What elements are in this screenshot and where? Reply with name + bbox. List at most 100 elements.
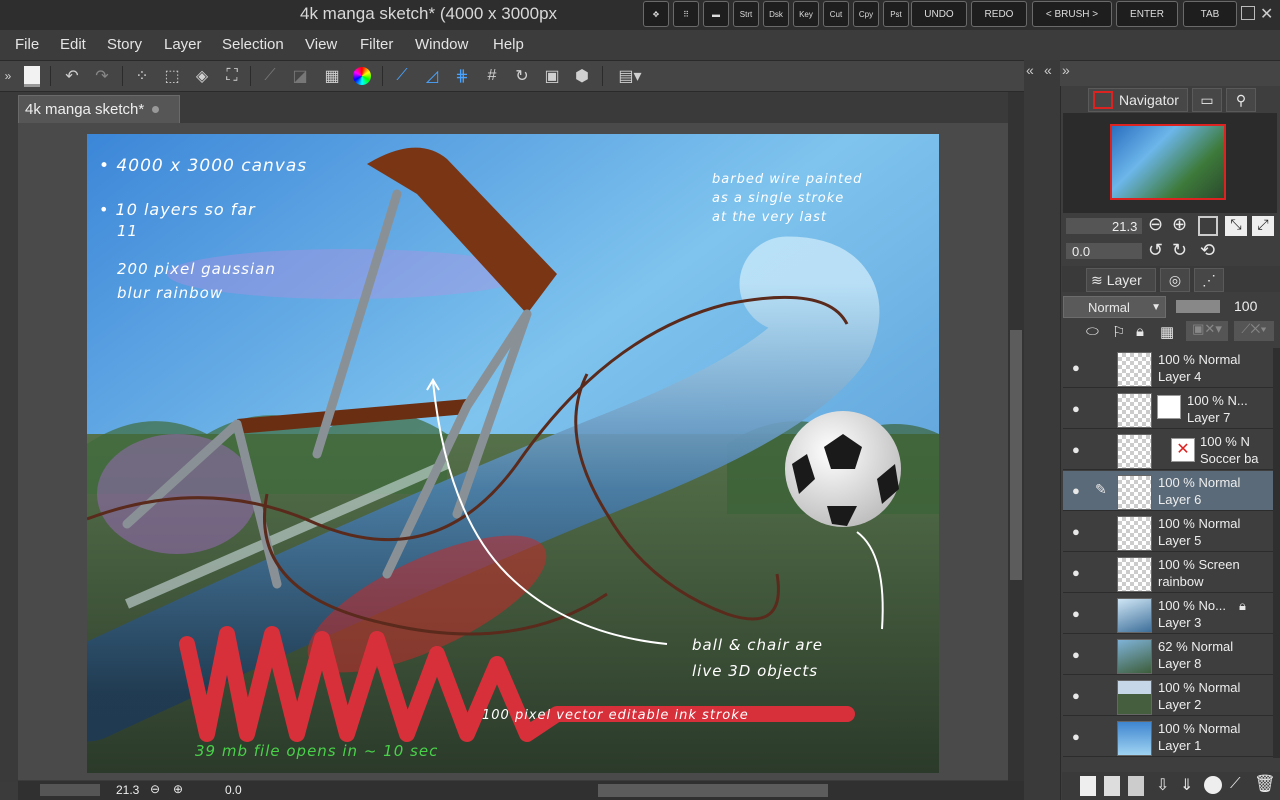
eye-icon[interactable]: ● [1072, 360, 1084, 375]
flip-horizontal-icon[interactable]: ⤡ [1225, 216, 1247, 236]
clip-layer-icon[interactable]: ⬭ [1086, 323, 1099, 340]
tab-item-bank[interactable]: ⚲ [1226, 88, 1256, 112]
key-button[interactable]: Key [793, 1, 819, 27]
new-folder-icon[interactable] [1128, 776, 1144, 796]
trash-icon[interactable]: 🗑︎ [1254, 774, 1276, 794]
menu-view[interactable]: View [305, 36, 337, 53]
zoom-out-icon[interactable]: ⊖ [150, 782, 160, 796]
folder-icon[interactable]: ▬ [703, 1, 729, 27]
tab-layer[interactable]: ≋ Layer [1086, 268, 1156, 292]
layer-row-selected[interactable]: ● ✎ 100 % Normal Layer 6 [1063, 471, 1273, 511]
eye-icon[interactable]: ● [1072, 647, 1084, 662]
new-raster-layer-icon[interactable] [1080, 776, 1096, 796]
layer-row[interactable]: ● 100 % No... Layer 3 🔒︎ [1063, 594, 1273, 634]
apply-mask-icon[interactable]: ⟋ [1230, 775, 1241, 792]
lock-layer-icon[interactable]: 🔒︎ [1136, 323, 1144, 340]
fill-bucket-icon[interactable]: ◈ [190, 64, 214, 88]
cpy-button[interactable]: Cpy [853, 1, 879, 27]
menu-layer[interactable]: Layer [164, 36, 202, 53]
close-window-icon[interactable]: ✕ [1260, 4, 1273, 24]
menu-help[interactable]: Help [493, 36, 524, 53]
menu-window[interactable]: Window [415, 36, 468, 53]
brush-cycle-button[interactable]: < BRUSH > [1032, 1, 1112, 27]
flip-vertical-icon[interactable]: ⤢ [1252, 216, 1274, 236]
reset-rotation-icon[interactable]: ⟲ [1200, 240, 1215, 261]
mask-dropdown-icon[interactable]: ▣✕▾ [1186, 321, 1228, 341]
select-all-icon[interactable]: ⬚ [160, 64, 184, 88]
layer-row[interactable]: ● 100 % Screen rainbow [1063, 553, 1273, 593]
screentone-icon[interactable]: ▦ [320, 64, 344, 88]
tab-button[interactable]: TAB [1183, 1, 1237, 27]
canvas-horizontal-scroll-thumb[interactable] [598, 784, 828, 797]
undo-button[interactable]: UNDO [911, 1, 967, 27]
tab-sub-view[interactable]: ▭ [1192, 88, 1222, 112]
fit-view-icon[interactable] [1198, 216, 1218, 236]
eye-icon[interactable]: ● [1072, 442, 1084, 457]
rotate-left-icon[interactable]: ↺ [1148, 240, 1163, 261]
blend-mode-select[interactable]: Normal ▼ [1063, 296, 1166, 318]
layer-row[interactable]: ● 100 % Normal Layer 1 [1063, 717, 1273, 757]
eye-icon[interactable]: ● [1072, 565, 1084, 580]
enter-button[interactable]: ENTER [1116, 1, 1178, 27]
merge-down-icon[interactable]: ⇓ [1180, 775, 1193, 795]
pst-button[interactable]: Pst [883, 1, 909, 27]
strt-button[interactable]: Strt [733, 1, 759, 27]
create-mask-icon[interactable] [1204, 776, 1222, 794]
menu-story[interactable]: Story [107, 36, 142, 53]
new-vector-layer-icon[interactable] [1104, 776, 1120, 796]
zoom-slider[interactable] [40, 784, 100, 796]
stop-icon[interactable]: ⬢ [570, 64, 594, 88]
transfer-down-icon[interactable]: ⇩ [1156, 775, 1169, 795]
rotate-icon[interactable]: ↻ [510, 64, 534, 88]
eye-icon[interactable]: ● [1072, 483, 1084, 498]
eye-icon[interactable]: ● [1072, 524, 1084, 539]
canvas-vertical-scroll-thumb[interactable] [1010, 330, 1022, 580]
ruler-snap-icon[interactable]: ⟋ [390, 64, 414, 88]
new-canvas-icon[interactable] [20, 64, 44, 88]
restore-window-icon[interactable] [1241, 6, 1255, 20]
menu-file[interactable]: File [15, 36, 39, 53]
tab-layer-property[interactable]: ◎ [1160, 268, 1190, 292]
grid-dots-icon[interactable]: ⠿ [673, 1, 699, 27]
layer-row[interactable]: ● 100 % Normal Layer 5 [1063, 512, 1273, 552]
rotate-right-icon[interactable]: ↻ [1172, 240, 1187, 261]
grid-snap-icon[interactable]: ⋕ [450, 64, 474, 88]
document-tab[interactable]: 4k manga sketch* [18, 95, 180, 123]
special-ruler-icon[interactable]: ◿ [420, 64, 444, 88]
layer-row[interactable]: ● 100 % Normal Layer 2 [1063, 676, 1273, 716]
grid-icon[interactable]: # [480, 64, 504, 88]
frame-icon[interactable]: ▣ [540, 64, 564, 88]
menu-filter[interactable]: Filter [360, 36, 393, 53]
cut-button[interactable]: Cut [823, 1, 849, 27]
menu-selection[interactable]: Selection [222, 36, 284, 53]
close-tab-icon[interactable] [152, 106, 160, 113]
navigator-zoom-in-icon[interactable]: ⊕ [1172, 214, 1187, 235]
eye-icon[interactable]: ● [1072, 688, 1084, 703]
redo-button[interactable]: REDO [971, 1, 1027, 27]
menu-edit[interactable]: Edit [60, 36, 86, 53]
reference-layer-icon[interactable]: ⚐ [1112, 323, 1125, 341]
tab-layer-search[interactable]: ⋰ [1194, 268, 1224, 292]
perspective-off-icon[interactable]: ◪ [288, 64, 312, 88]
collapse-panel-icon[interactable]: « [1026, 62, 1034, 78]
layer-row[interactable]: ● 100 % N... Layer 7 [1063, 389, 1273, 429]
clear-selection-icon[interactable]: ⁘ [130, 64, 154, 88]
redo-icon[interactable]: ↷ [90, 64, 114, 88]
opacity-slider[interactable] [1176, 300, 1220, 313]
rule-off-icon[interactable]: ⟋ [258, 64, 282, 88]
navigator-viewport-frame[interactable] [1110, 124, 1226, 200]
eye-icon[interactable]: ● [1072, 606, 1084, 621]
navigator-zoom-out-icon[interactable]: ⊖ [1148, 214, 1163, 235]
ruler-dropdown-icon[interactable]: ⟋✕▾ [1234, 321, 1274, 341]
layer-row[interactable]: ● 62 % Normal Layer 8 [1063, 635, 1273, 675]
expand-panel-icon[interactable]: » [1062, 62, 1070, 78]
tool-settings-dropdown-icon[interactable]: ▤▾ [610, 64, 650, 88]
layer-list-scrollbar[interactable] [1273, 348, 1280, 758]
lock-transparency-icon[interactable]: ▦ [1160, 323, 1174, 341]
eye-icon[interactable]: ● [1072, 729, 1084, 744]
dsk-button[interactable]: Dsk [763, 1, 789, 27]
move-icon[interactable]: ✥ [643, 1, 669, 27]
expand-left-icon[interactable]: » [0, 64, 16, 88]
layer-row[interactable]: ● 100 % Normal Layer 4 [1063, 348, 1273, 388]
eye-icon[interactable]: ● [1072, 401, 1084, 416]
